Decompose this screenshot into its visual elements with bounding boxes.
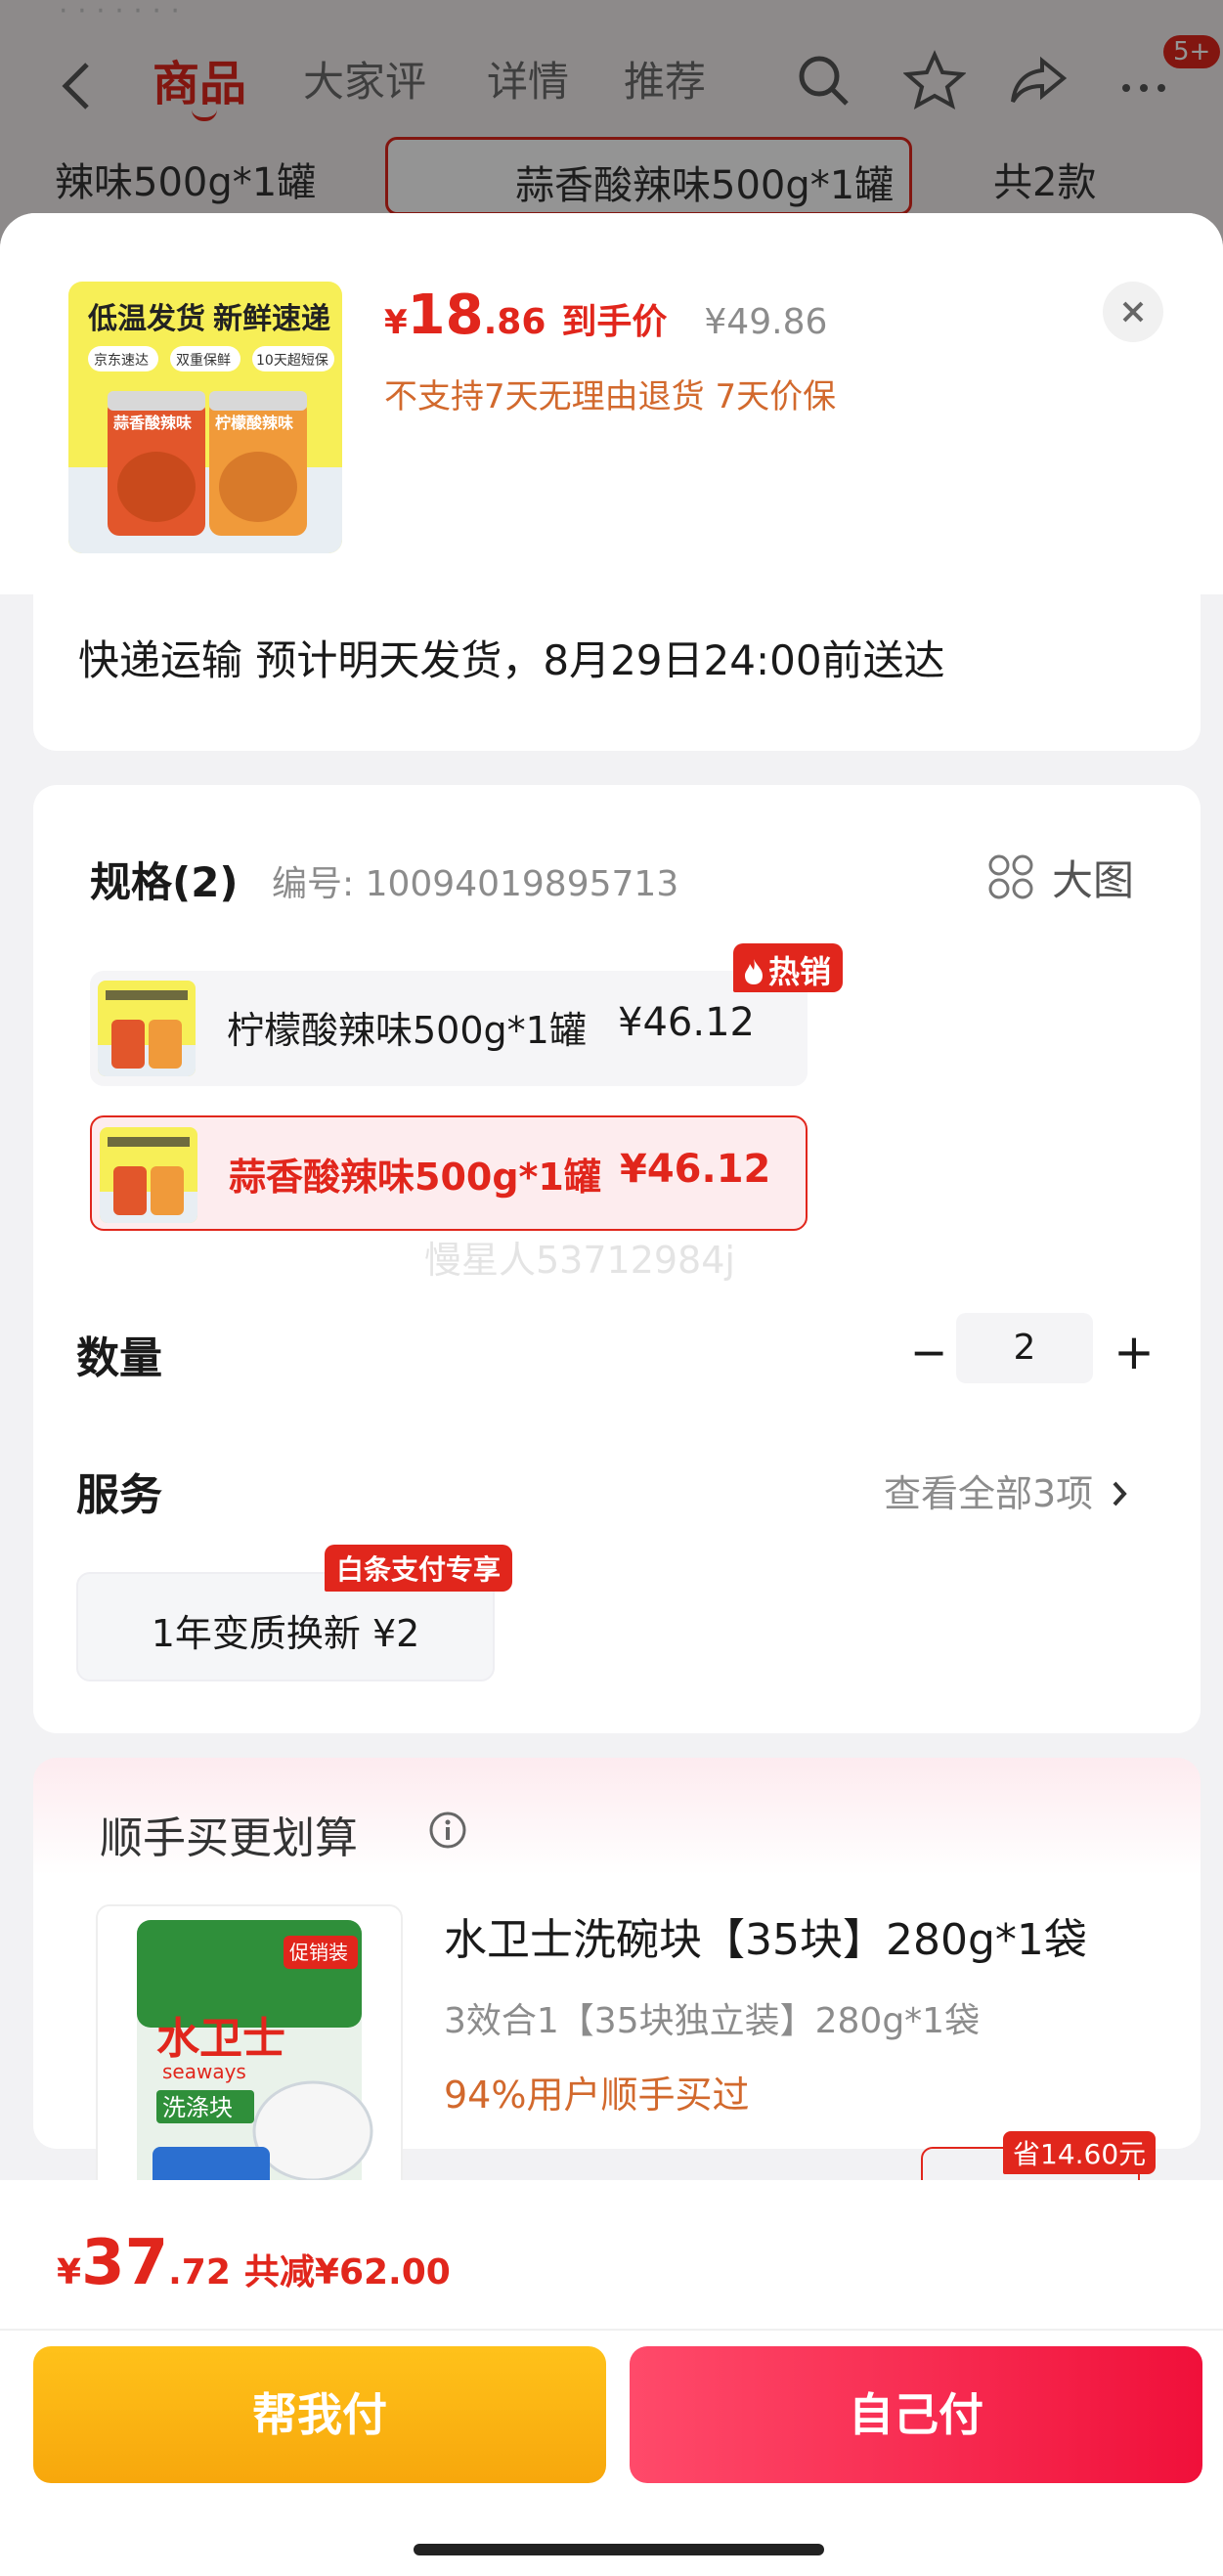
price-integer: 18 [407,284,484,347]
spec-card: 规格(2) 编号: 10094019895713 大图 柠檬酸辣味500g*1罐… [33,785,1201,1733]
original-price: ¥49.86 [704,302,828,342]
close-icon [1122,301,1144,323]
recommend-thumb-brand-en: seaways [162,2060,246,2083]
bundle-recommend-card: 顺手买更划算 促销装 水卫士 seaways 洗涤块 水卫士洗碗块【35块】28… [33,1758,1201,2217]
service-option-text: 1年变质换新 ¥2 [151,1612,420,1655]
hot-sale-label: 热销 [768,953,832,990]
thumb-tag-1: 京东速达 [94,353,149,369]
service-label: 服务 [76,1470,162,1520]
recommend-thumbnail[interactable]: 促销装 水卫士 seaways 洗涤块 [96,1904,403,2217]
save-amount-badge: 省14.60元 [1003,2131,1157,2174]
flame-icon [745,959,763,984]
spec-option-lemon[interactable]: 柠檬酸辣味500g*1罐 ¥46.12 热销 [90,943,844,1086]
watermark-text: 慢星人53712984j [424,1239,735,1282]
thumb-label-right: 柠檬酸辣味 [215,414,293,432]
checkout-bar: ¥37.72 共减¥62.00 帮我付 自己付 [0,2180,1223,2576]
recommend-name[interactable]: 水卫士洗碗块【35块】280g*1袋 [444,1904,1087,1967]
divider [0,2329,1223,2331]
option-name: 蒜香酸辣味500g*1罐 [229,1156,601,1199]
option-name: 柠檬酸辣味500g*1罐 [227,1009,587,1052]
quantity-label: 数量 [76,1333,162,1383]
spec-option-garlic[interactable]: 蒜香酸辣味500g*1罐 ¥46.12 [90,1115,808,1231]
option-price: ¥46.12 [620,1147,771,1192]
price-currency: ¥ [384,303,408,342]
product-code: 编号: 10094019895713 [272,864,679,904]
thumb-tag-3: 10天超短保 [256,353,328,369]
product-thumbnail[interactable]: 低温发货 新鲜速递 京东速达 双重保鲜 10天超短保 蒜香酸辣味 柠檬酸辣味 [68,282,342,553]
grid-dots-icon [988,854,1033,899]
recommend-buyer-percent: 94%用户顺手买过 [444,2074,750,2117]
quantity-input[interactable]: 2 [956,1313,1093,1383]
hot-sale-badge: 热销 [733,943,844,992]
info-icon[interactable] [428,1811,467,1850]
baitiao-exclusive-tag: 白条支付专享 [325,1545,513,1592]
thumb-label-left: 蒜香酸辣味 [113,414,192,432]
spec-title: 规格(2) [90,858,239,906]
bundle-title: 顺手买更划算 [100,1813,358,1863]
chevron-right-icon [1113,1481,1127,1506]
total-currency: ¥ [57,2252,82,2292]
big-image-label: 大图 [1052,856,1135,904]
service-option-freshness[interactable]: 1年变质换新 ¥2 白条支付专享 [76,1545,513,1681]
total-saved: 共减¥62.00 [243,2252,451,2292]
quantity-decrease-button[interactable]: − [899,1328,958,1376]
price-decimal: .86 [483,302,546,342]
price-line: ¥18.86 到手价 ¥49.86 [384,284,827,352]
service-view-all[interactable]: 查看全部3项 [884,1463,1134,1517]
service-view-all-label: 查看全部3项 [884,1472,1094,1515]
thumb-tag-2: 双重保鲜 [176,353,231,369]
option-price: ¥46.12 [618,1000,755,1045]
self-pay-button[interactable]: 自己付 [630,2346,1202,2483]
thumb-banner-2: 新鲜速递 [213,302,330,336]
recommend-thumb-tag: 促销装 [289,1941,348,1964]
recommend-thumb-brand: 水卫士 [156,2014,285,2064]
big-image-toggle[interactable]: 大图 [987,848,1173,906]
option-thumbnail [100,1127,197,1223]
delivery-info: 快递运输 预计明天发货，8月29日24:00前送达 [78,636,945,684]
quantity-increase-button[interactable]: + [1105,1323,1163,1381]
total-integer: 37 [81,2227,169,2299]
final-price-label: 到手价 [561,302,668,342]
total-decimal: .72 [168,2252,231,2292]
help-pay-button[interactable]: 帮我付 [33,2346,606,2483]
option-thumbnail [98,981,196,1076]
close-button[interactable] [1103,282,1163,342]
recommend-spec: 3效合1【35块独立装】280g*1袋 [444,2001,981,2041]
sheet-header: 低温发货 新鲜速递 京东速达 双重保鲜 10天超短保 蒜香酸辣味 柠檬酸辣味 ¥… [0,213,1223,594]
home-indicator[interactable] [414,2544,824,2555]
recommend-thumb-kind: 洗涤块 [162,2094,233,2121]
delivery-card: 快递运输 预计明天发货，8月29日24:00前送达 [33,594,1201,751]
return-policy: 不支持7天无理由退货 7天价保 [384,377,837,416]
total-price: ¥37.72 共减¥62.00 [57,2227,451,2299]
thumb-banner-1: 低温发货 [87,302,205,336]
